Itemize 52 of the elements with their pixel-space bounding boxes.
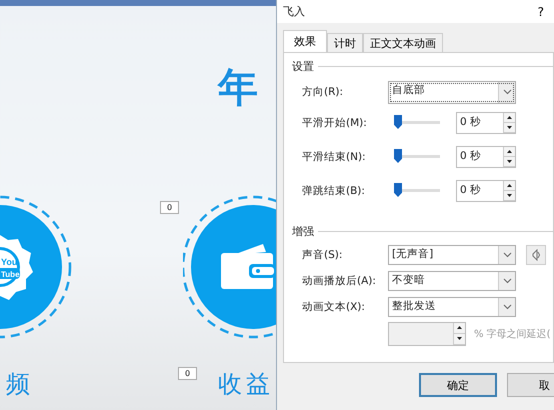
group-title: 设置 [292,59,314,74]
slide-title: 年 [218,68,258,108]
cancel-button[interactable]: 取 [507,373,554,397]
tab[interactable]: 效果 [283,30,327,52]
up-icon [507,184,512,187]
spin-up-button[interactable] [504,181,515,191]
group-title: 增强 [292,224,314,239]
field-label: 弹跳结束(B): [302,184,366,198]
down-icon [507,126,512,129]
slide-label: 频 [6,370,34,399]
dropdown[interactable]: 不变暗 [388,270,516,290]
field-label: 动画播放后(A): [302,274,377,288]
slider-thumb[interactable] [394,183,402,197]
tab[interactable]: 正文文本动画 [363,33,443,52]
down-icon [507,194,512,197]
spin-down-button[interactable] [504,123,515,133]
up-icon [507,116,512,119]
slide-label: 收益 [218,370,274,399]
slider-thumb[interactable] [394,115,402,129]
caret-icon [502,278,512,284]
counter-box: 0 [178,367,197,380]
down-icon [507,160,512,163]
spin-field[interactable]: 0 秒 [456,146,516,168]
dropdown[interactable]: 整批发送 [388,296,516,316]
speaker-icon [532,248,540,260]
up-icon [457,326,462,329]
spin-up-button[interactable] [504,113,515,123]
spin-field[interactable]: 0 秒 [456,180,516,202]
up-icon [507,150,512,153]
help-button[interactable]: ? [538,4,544,18]
field-label: 声音(S): [302,248,344,262]
spin-down-button[interactable] [504,157,515,167]
field-label: 平滑结束(N): [302,150,367,164]
caret-icon [502,89,512,95]
spin-up-button[interactable] [504,147,515,157]
dialog-title: 飞入 [283,4,305,19]
caret-icon [502,252,512,258]
spin-down-button[interactable] [504,191,515,201]
field-label: % 字母之间延迟( [474,328,551,340]
field-label: 方向(R): [302,85,344,99]
slider-thumb[interactable] [394,149,402,163]
field-label: 平滑开始(M): [302,116,368,130]
dropdown[interactable]: [无声音] [388,244,516,264]
down-icon [457,337,462,340]
ok-button[interactable]: 确定 [419,373,497,397]
tab[interactable]: 计时 [327,33,363,52]
dropdown[interactable]: 自底部 [388,80,516,104]
field-label: 动画文本(X): [302,300,366,314]
spin-field[interactable]: 0 秒 [456,112,516,134]
speaker-button[interactable] [526,244,546,264]
counter-box: 0 [160,201,179,214]
caret-icon [502,304,512,310]
